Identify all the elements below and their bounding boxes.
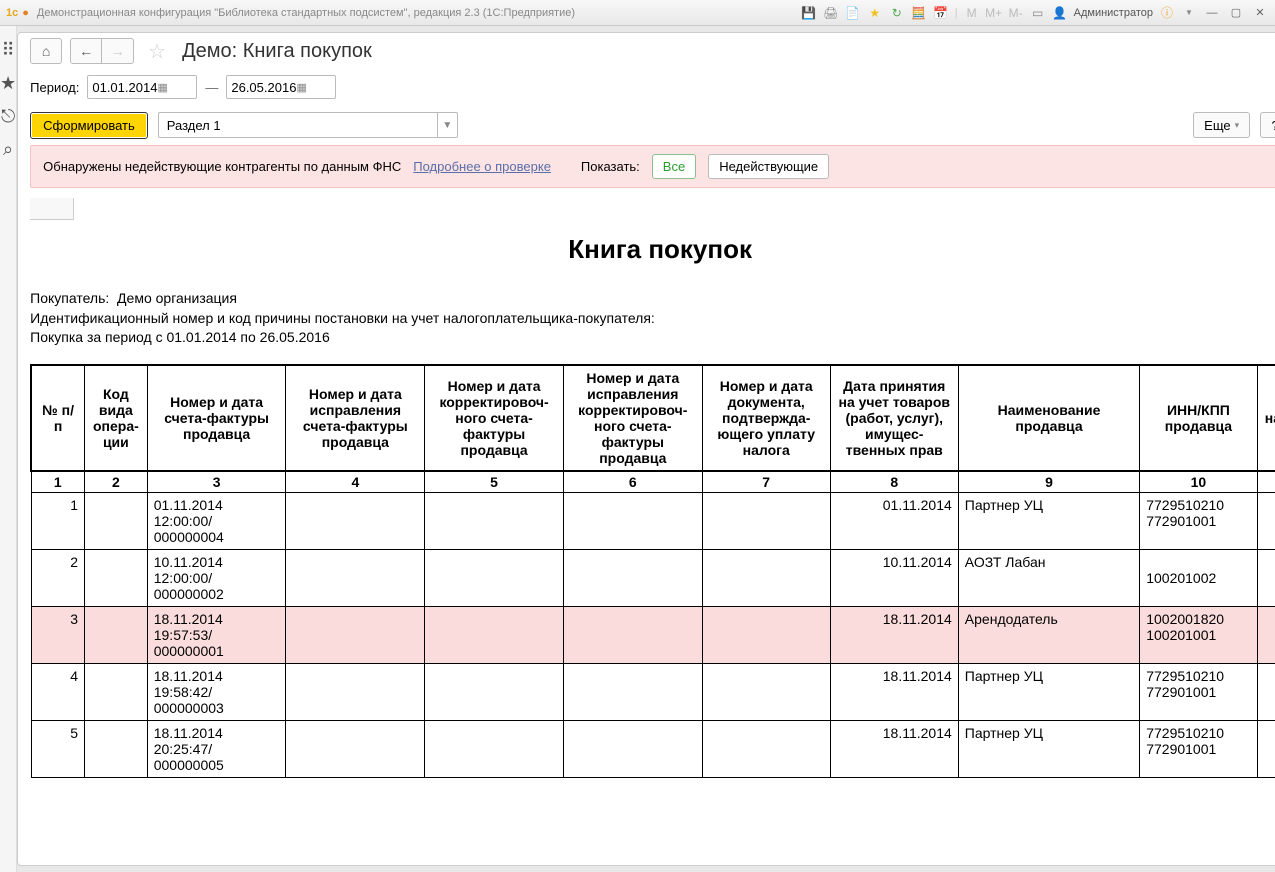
more-button[interactable]: Еще ▾ — [1193, 112, 1250, 138]
minimize-button[interactable]: — — [1203, 7, 1221, 19]
calendar-from-icon[interactable]: ▦ — [157, 81, 192, 94]
save-icon[interactable]: 💾 — [801, 5, 817, 21]
window-title: Демонстрационная конфигурация "Библиотек… — [37, 7, 801, 19]
apps-icon[interactable]: ⠿ — [1, 40, 14, 61]
search-icon[interactable]: ⌕ — [3, 139, 13, 160]
generate-button[interactable]: Сформировать — [30, 112, 148, 139]
col-paydoc: Номер и дата документа, подтвержда-ющего… — [702, 365, 830, 471]
period-from-value: 01.01.2014 — [92, 80, 157, 95]
history-icon[interactable]: ⎋ — [1, 106, 15, 127]
close-window-button[interactable]: ✕ — [1251, 6, 1269, 19]
col-extra: на — [1257, 365, 1275, 471]
close-tab-button[interactable]: × — [1269, 42, 1275, 60]
period-label: Период: — [30, 80, 79, 95]
table-row[interactable]: 518.11.2014 20:25:47/​00000000518.11.201… — [31, 720, 1275, 777]
col-num: № п/п — [31, 365, 84, 471]
print-icon[interactable]: 🖨 — [823, 5, 839, 21]
period-from-input[interactable]: 01.01.2014 ▦ — [87, 75, 197, 99]
m-button[interactable]: M — [964, 5, 980, 21]
back-button[interactable]: ← — [70, 38, 102, 64]
col-inn: ИНН/КПП продавца — [1140, 365, 1257, 471]
user-icon: 👤 — [1052, 5, 1068, 21]
col-seller: Наименование продавца — [958, 365, 1139, 471]
calendar-to-icon[interactable]: ▦ — [296, 81, 331, 94]
period-dash: — — [205, 80, 218, 95]
purchases-table: № п/п Код вида опера-ции Номер и дата сч… — [30, 364, 1275, 778]
chevron-down-icon[interactable]: ▼ — [437, 113, 457, 137]
alert-bar: Обнаружены недействующие контрагенты по … — [30, 145, 1275, 188]
show-label: Показать: — [581, 159, 640, 174]
check-icon[interactable]: ↻ — [889, 5, 905, 21]
help-button[interactable]: ? — [1260, 112, 1275, 138]
table-row[interactable]: 101.11.2014 12:00:00/​00000000401.11.201… — [31, 492, 1275, 549]
alert-link[interactable]: Подробнее о проверке — [413, 159, 551, 174]
col-corrective: Номер и дата корректировоч-ного счета-фа… — [425, 365, 564, 471]
info-icon[interactable]: ⓘ — [1159, 5, 1175, 21]
chevron-down-icon: ▾ — [1235, 120, 1240, 131]
col-corr-fix: Номер и дата исправления корректировоч-н… — [563, 365, 702, 471]
col-accept-date: Дата принятия на учет товаров (работ, ус… — [830, 365, 958, 471]
mplus-button[interactable]: M+ — [986, 5, 1002, 21]
table-row[interactable]: 418.11.2014 19:58:42/​00000000318.11.201… — [31, 663, 1275, 720]
report-meta: Покупатель: Демо организация Идентификац… — [30, 289, 1275, 348]
forward-button[interactable]: → — [102, 38, 134, 64]
more-label: Еще — [1204, 118, 1230, 133]
dropdown-icon[interactable]: ▼ — [1181, 5, 1197, 21]
maximize-button[interactable]: ▢ — [1227, 6, 1245, 19]
doc-icon[interactable]: 📄 — [845, 5, 861, 21]
favorite-toggle[interactable]: ☆ — [148, 39, 166, 64]
app-icon-1c: 1c — [6, 7, 18, 19]
favorites-icon[interactable]: ★ — [0, 73, 16, 94]
filter-invalid-button[interactable]: Недействующие — [708, 154, 829, 179]
app-icon-circle: ● — [22, 7, 29, 19]
mminus-button[interactable]: M- — [1008, 5, 1024, 21]
period-to-value: 26.05.2016 — [231, 80, 296, 95]
col-invoice: Номер и дата счета-фактуры продавца — [147, 365, 286, 471]
report-title: Книга покупок — [30, 234, 1275, 265]
calendar-icon[interactable]: 📅 — [933, 5, 949, 21]
page-title: Демо: Книга покупок — [182, 40, 372, 63]
calc-icon[interactable]: 🧮 — [911, 5, 927, 21]
col-opcode: Код вида опера-ции — [85, 365, 148, 471]
table-row[interactable]: 318.11.2014 19:57:53/​00000000118.11.201… — [31, 606, 1275, 663]
alert-text: Обнаружены недействующие контрагенты по … — [43, 159, 401, 174]
report-area[interactable]: Книга покупок Покупатель: Демо организац… — [30, 198, 1275, 853]
period-to-input[interactable]: 26.05.2016 ▦ — [226, 75, 336, 99]
section-value: Раздел 1 — [159, 118, 437, 133]
separator: | — [955, 7, 958, 19]
window-icon[interactable]: ▭ — [1030, 5, 1046, 21]
user-name: Администратор — [1074, 7, 1153, 19]
section-select[interactable]: Раздел 1 ▼ — [158, 112, 458, 138]
table-row[interactable]: 210.11.2014 12:00:00/​00000000210.11.201… — [31, 549, 1275, 606]
filter-all-button[interactable]: Все — [652, 154, 696, 179]
col-correction: Номер и дата исправления счета-фактуры п… — [286, 365, 425, 471]
grid-corner — [30, 198, 74, 220]
star-icon[interactable]: ★ — [867, 5, 883, 21]
home-button[interactable]: ⌂ — [30, 38, 62, 64]
